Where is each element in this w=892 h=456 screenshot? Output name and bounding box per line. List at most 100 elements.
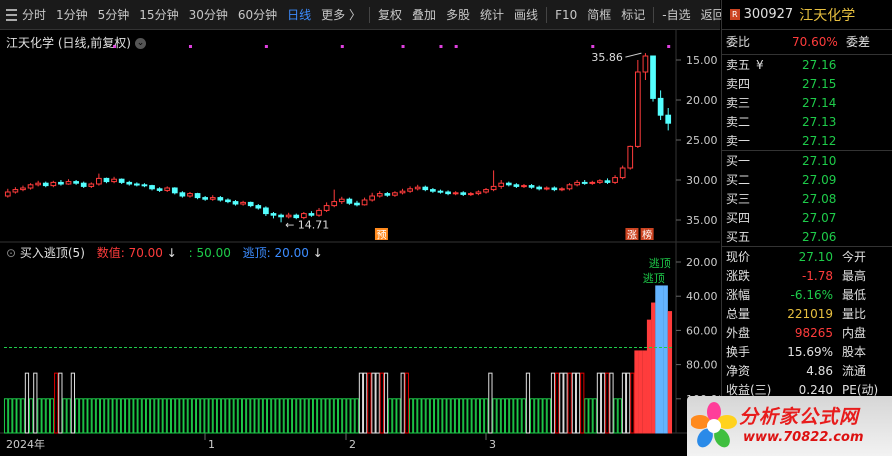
sell-level-price: 27.14: [802, 96, 837, 110]
stat-label: 现价: [726, 250, 751, 264]
toolbar-item[interactable]: 日线: [282, 0, 316, 30]
candle-up: [392, 192, 398, 196]
toolbar-item[interactable]: 更多 〉: [316, 0, 366, 30]
toolbar-item[interactable]: F10: [550, 0, 582, 30]
settings-circle-icon[interactable]: ⌄: [135, 38, 146, 49]
indicator-bar: [400, 372, 405, 434]
indicator-bar: [183, 398, 188, 434]
indicator-bar: [484, 398, 489, 434]
indicator-bar: [221, 398, 226, 434]
buy-level-label: 买二: [726, 173, 751, 187]
indicator-bar: [170, 398, 176, 434]
indicator-bar: [29, 398, 34, 434]
indicator-bar: [580, 372, 585, 434]
indicator-bar: [479, 398, 485, 434]
candle-down: [384, 193, 391, 196]
candle-up: [50, 181, 57, 187]
candle-down: [505, 182, 512, 186]
indicator-bar: [592, 398, 597, 434]
indicator-bar: [634, 350, 639, 434]
indicator-bar: [425, 398, 430, 434]
quote-header: R 300927 江天化学: [722, 0, 892, 30]
indicator-bar: [567, 372, 572, 434]
indicator-bar: [663, 285, 668, 434]
indicator-bar: [208, 398, 213, 434]
toolbar-item[interactable]: 分时: [17, 0, 51, 30]
toolbar-item[interactable]: 多股: [441, 0, 475, 30]
badge-label: 预: [376, 230, 386, 242]
candle-down: [126, 181, 133, 185]
toolbar-item[interactable]: 画线: [509, 0, 543, 30]
toolbar-item[interactable]: 60分钟: [233, 0, 282, 30]
indicator-bar: [354, 398, 359, 434]
indicator-bar: [555, 372, 560, 434]
candle-down: [430, 189, 436, 192]
indicator-bar: [275, 398, 280, 434]
candle-down: [657, 97, 664, 116]
chart-title-text: 江天化学 (日线,前复权): [6, 36, 131, 50]
indicator-bar: [125, 398, 130, 434]
sell-level-price: 27.12: [802, 134, 837, 148]
buy-level-label: 买一: [726, 154, 751, 168]
toolbar-item[interactable]: 简框: [582, 0, 616, 30]
indicator-bar: [563, 372, 568, 434]
candle-up: [209, 197, 216, 200]
indicator-bar: [525, 372, 531, 434]
candle-up: [574, 181, 580, 186]
candle-down: [58, 181, 64, 185]
candle-up: [619, 167, 626, 179]
indicator-bar: [642, 350, 647, 434]
indicator-bar: [166, 398, 172, 434]
toolbar-item[interactable]: 复权: [373, 0, 407, 30]
candle-up: [414, 186, 421, 190]
stat-value: 98265: [794, 326, 833, 340]
indicator-bar: [233, 398, 238, 434]
indicator-bar: [471, 398, 476, 434]
candle-up: [164, 187, 171, 191]
indicator-bar: [83, 398, 88, 434]
menu-icon[interactable]: [6, 0, 17, 30]
indicator-bar: [33, 372, 38, 434]
indicator-value-label: 数值: 70.00: [96, 246, 163, 260]
candle-down: [536, 186, 543, 190]
indicator-bar: [571, 372, 577, 434]
candle-up: [407, 188, 413, 192]
toolbar-item[interactable]: -自选: [657, 0, 695, 30]
candle-down: [247, 201, 254, 207]
indicator-bar: [646, 319, 652, 434]
indicator-bar: [438, 398, 443, 434]
toolbar-item[interactable]: 5分钟: [93, 0, 135, 30]
buy-level-price: 27.10: [802, 154, 837, 168]
candle-down: [73, 181, 79, 184]
indicator-bar: [141, 398, 146, 434]
indicator-bar: [241, 398, 247, 434]
candle-up: [35, 182, 42, 186]
candle-up: [452, 192, 459, 195]
candle-down: [255, 205, 262, 209]
indicator-bar: [408, 398, 414, 434]
y-tick-label: 20.00: [686, 256, 718, 269]
collapse-icon[interactable]: ⊙: [6, 246, 20, 260]
toolbar-item[interactable]: 统计: [475, 0, 509, 30]
indicator-bar: [337, 398, 343, 434]
indicator-bar: [187, 398, 192, 434]
y-tick-label: 20.00: [686, 94, 718, 107]
candle-up: [642, 55, 649, 73]
indicator-bar: [367, 372, 372, 434]
toolbar-item[interactable]: 叠加: [407, 0, 441, 30]
indicator-bar: [91, 398, 96, 434]
toolbar-item[interactable]: 15分钟: [134, 0, 183, 30]
sell-level-price: 27.15: [802, 77, 837, 91]
toolbar-item[interactable]: 1分钟: [51, 0, 93, 30]
candle-down: [42, 182, 49, 187]
candle-down: [149, 185, 155, 190]
indicator-bar: [667, 311, 673, 434]
toolbar-item[interactable]: 标记: [616, 0, 650, 30]
signal-dot: [340, 45, 344, 48]
candle-up: [338, 198, 345, 203]
toolbar-item[interactable]: 30分钟: [184, 0, 233, 30]
x-axis-label: 3: [489, 438, 496, 451]
main-chart-area: 35.00 30.00 25.00 20.00 15.00 35.86 ← 14.71 预 涨榜…: [0, 30, 720, 456]
indicator-bar: [454, 398, 460, 434]
indicator-bar: [196, 398, 201, 434]
